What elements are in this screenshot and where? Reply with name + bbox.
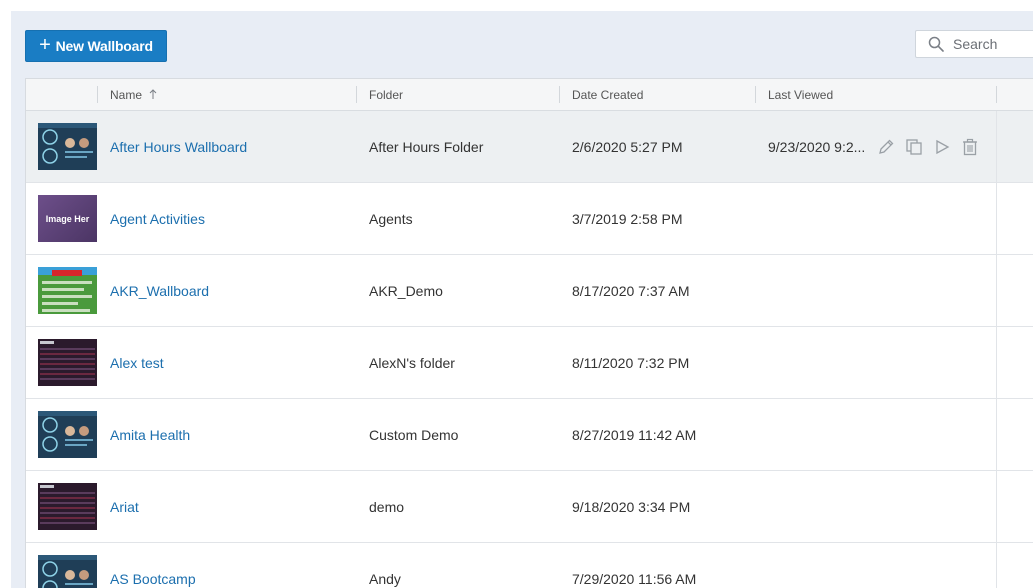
date-created-cell: 8/17/2020 7:37 AM bbox=[572, 283, 690, 299]
folder-cell: After Hours Folder bbox=[369, 139, 484, 155]
date-created-cell: 9/18/2020 3:34 PM bbox=[572, 499, 691, 515]
date-created-cell: 8/27/2019 11:42 AM bbox=[572, 427, 697, 443]
column-header-name-label: Name bbox=[110, 88, 143, 102]
wallboard-name-link[interactable]: Agent Activities bbox=[110, 183, 205, 255]
search-input[interactable]: Search bbox=[915, 30, 1033, 58]
column-header-folder-label: Folder bbox=[369, 88, 404, 102]
column-divider bbox=[996, 86, 997, 103]
table-header: Name Folder Date Created Last Viewed bbox=[26, 79, 1033, 111]
folder-cell: Andy bbox=[369, 571, 401, 587]
folder-cell: Custom Demo bbox=[369, 427, 459, 443]
folder-cell: AKR_Demo bbox=[369, 283, 443, 299]
row-divider bbox=[996, 543, 997, 588]
search-placeholder: Search bbox=[953, 36, 998, 52]
row-divider bbox=[996, 183, 997, 255]
date-created-cell: 3/7/2019 2:58 PM bbox=[572, 211, 683, 227]
wallboard-thumbnail[interactable] bbox=[38, 267, 97, 314]
sort-ascending-icon bbox=[149, 88, 157, 102]
column-header-date-created-label: Date Created bbox=[572, 88, 644, 102]
column-header-name[interactable]: Name bbox=[98, 79, 157, 111]
folder-cell: AlexN's folder bbox=[369, 355, 455, 371]
table-row[interactable]: Amita Health Custom Demo 8/27/2019 11:42… bbox=[26, 399, 1033, 471]
table-row[interactable]: AKR_Wallboard AKR_Demo 8/17/2020 7:37 AM bbox=[26, 255, 1033, 327]
wallboard-name-link[interactable]: AS Bootcamp bbox=[110, 543, 196, 588]
new-wallboard-button[interactable]: + New Wallboard bbox=[25, 30, 167, 62]
play-icon[interactable] bbox=[933, 138, 951, 156]
column-header-last-viewed[interactable]: Last Viewed bbox=[756, 79, 833, 111]
row-divider bbox=[996, 111, 997, 183]
wallboard-thumbnail[interactable] bbox=[38, 339, 97, 386]
wallboard-thumbnail[interactable]: Image Her bbox=[38, 195, 97, 242]
wallboard-table: Name Folder Date Created Last Viewed Aft… bbox=[25, 78, 1033, 588]
new-wallboard-label: New Wallboard bbox=[55, 38, 153, 54]
row-divider bbox=[996, 327, 997, 399]
wallboard-name-link[interactable]: Alex test bbox=[110, 327, 164, 399]
search-icon bbox=[928, 36, 944, 52]
column-header-last-viewed-label: Last Viewed bbox=[768, 88, 834, 102]
last-viewed-cell: 9/23/2020 9:2... bbox=[768, 139, 866, 155]
date-created-cell: 8/11/2020 7:32 PM bbox=[572, 355, 690, 371]
wallboard-thumbnail[interactable] bbox=[38, 411, 97, 458]
pencil-icon[interactable] bbox=[877, 138, 895, 156]
wallboard-thumbnail[interactable] bbox=[38, 483, 97, 530]
row-divider bbox=[996, 471, 997, 543]
folder-cell: Agents bbox=[369, 211, 413, 227]
wallboard-name-link[interactable]: After Hours Wallboard bbox=[110, 111, 247, 183]
wallboards-page: + New Wallboard Search Name Folder Date … bbox=[11, 11, 1033, 588]
wallboard-name-link[interactable]: Amita Health bbox=[110, 399, 190, 471]
table-row[interactable]: Alex test AlexN's folder 8/11/2020 7:32 … bbox=[26, 327, 1033, 399]
column-header-date-created[interactable]: Date Created bbox=[560, 79, 643, 111]
thumbnail-caption: Image Her bbox=[45, 213, 90, 224]
wallboard-name-link[interactable]: Ariat bbox=[110, 471, 139, 543]
row-divider bbox=[996, 399, 997, 471]
trash-icon[interactable] bbox=[961, 138, 979, 156]
wallboard-thumbnail[interactable] bbox=[38, 123, 97, 170]
table-row[interactable]: Image Her Agent Activities Agents 3/7/20… bbox=[26, 183, 1033, 255]
wallboard-name-link[interactable]: AKR_Wallboard bbox=[110, 255, 209, 327]
copy-icon[interactable] bbox=[905, 138, 923, 156]
date-created-cell: 7/29/2020 11:56 AM bbox=[572, 571, 697, 587]
toolbar: + New Wallboard Search bbox=[11, 11, 1033, 78]
date-created-cell: 2/6/2020 5:27 PM bbox=[572, 139, 683, 155]
table-row[interactable]: AS Bootcamp Andy 7/29/2020 11:56 AM bbox=[26, 543, 1033, 588]
row-actions bbox=[877, 111, 979, 183]
folder-cell: demo bbox=[369, 499, 405, 515]
table-row[interactable]: Ariat demo 9/18/2020 3:34 PM bbox=[26, 471, 1033, 543]
plus-icon: + bbox=[39, 34, 51, 56]
row-divider bbox=[996, 255, 997, 327]
column-header-folder[interactable]: Folder bbox=[357, 79, 403, 111]
wallboard-thumbnail[interactable] bbox=[38, 555, 97, 588]
table-row[interactable]: After Hours Wallboard After Hours Folder… bbox=[26, 111, 1033, 183]
